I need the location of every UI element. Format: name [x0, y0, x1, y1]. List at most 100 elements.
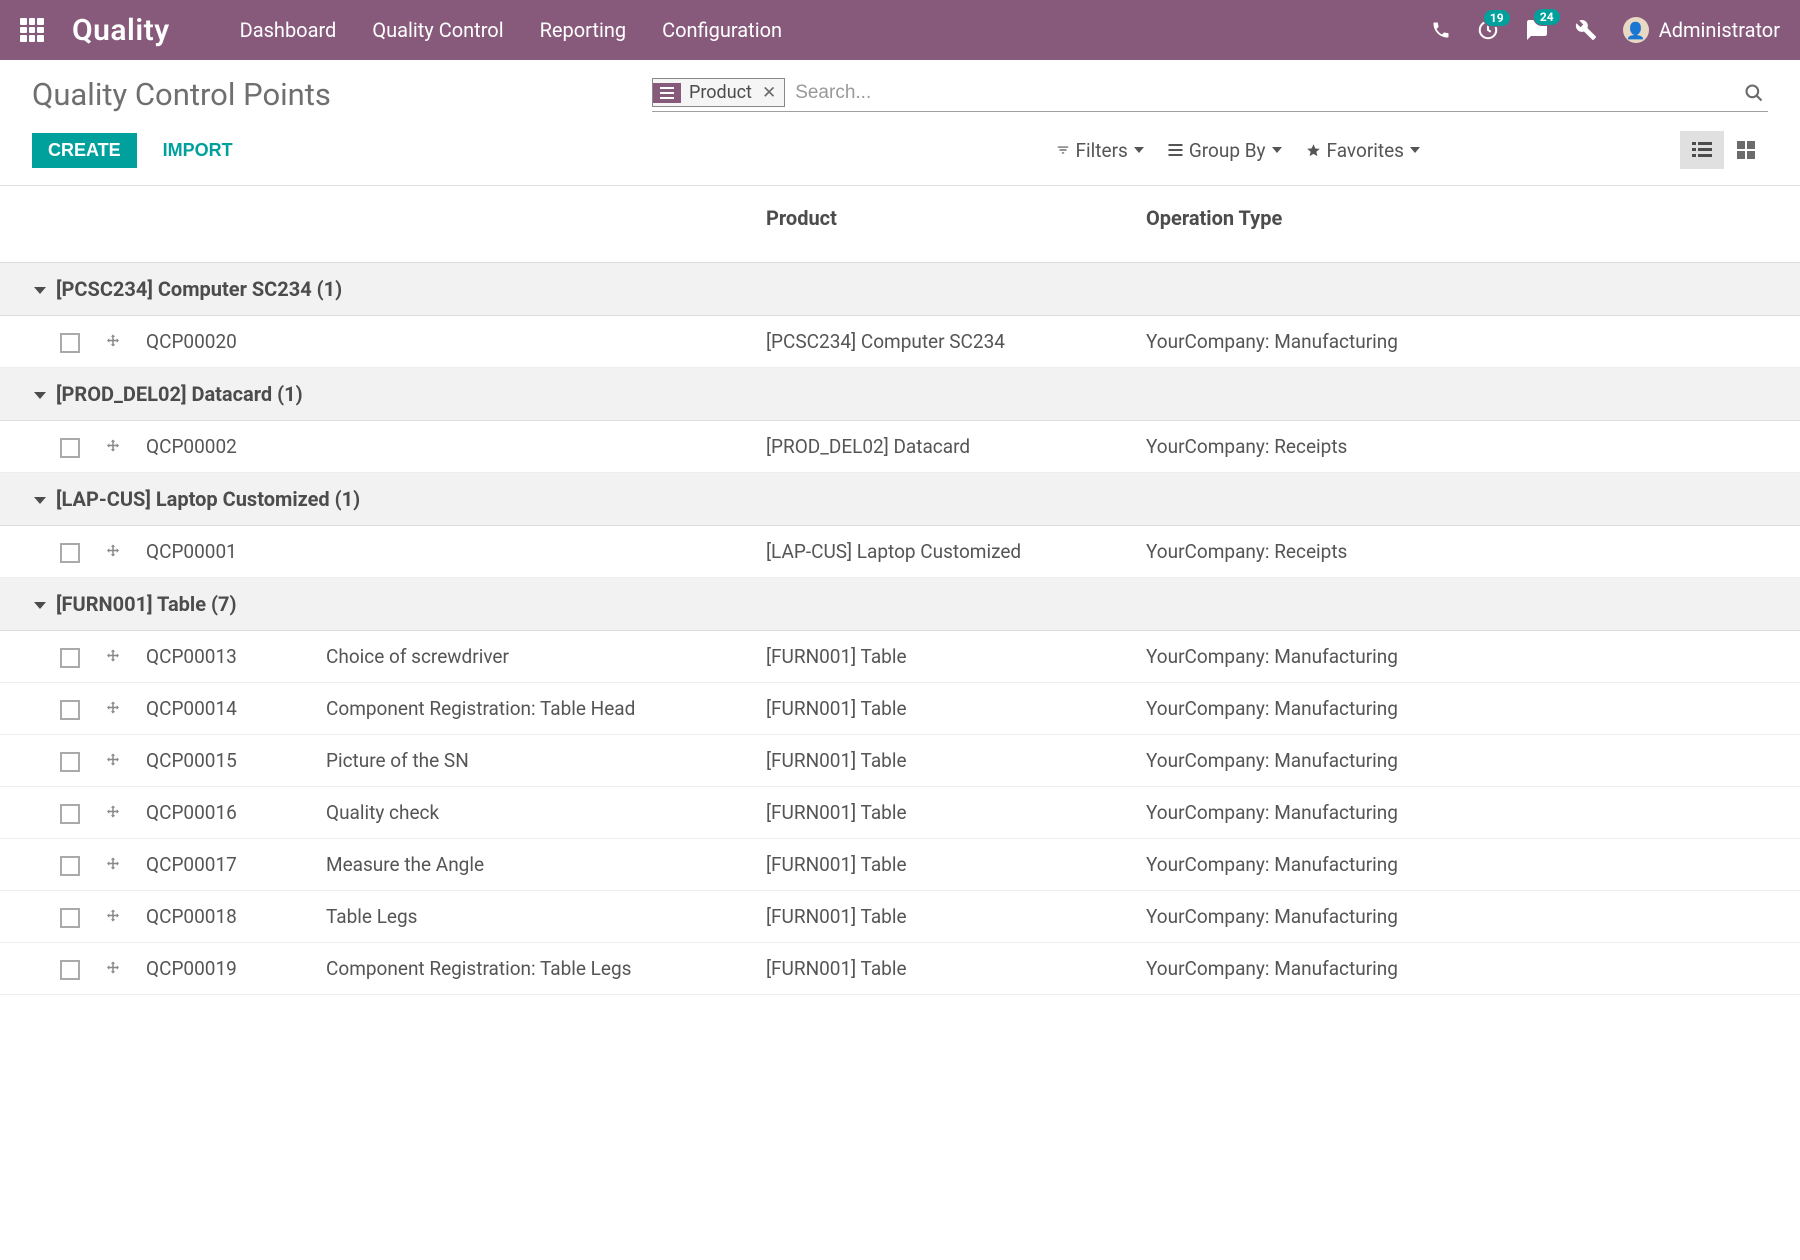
cell-reference: QCP00017	[134, 839, 314, 891]
caret-down-icon	[34, 602, 46, 609]
drag-handle-icon[interactable]	[92, 631, 134, 683]
nav-reporting[interactable]: Reporting	[540, 18, 627, 42]
group-label: [FURN001] Table (7)	[56, 592, 236, 616]
phone-icon[interactable]	[1431, 20, 1451, 40]
import-button[interactable]: IMPORT	[147, 133, 249, 168]
table-row[interactable]: QCP00016Quality check[FURN001] TableYour…	[0, 787, 1800, 839]
row-checkbox[interactable]	[60, 648, 80, 668]
search-icon[interactable]	[1740, 83, 1768, 103]
cell-title: Choice of screwdriver	[314, 631, 754, 683]
cell-title	[314, 526, 754, 578]
cell-product: [FURN001] Table	[754, 839, 1134, 891]
control-panel: Quality Control Points Product ✕ CREATE …	[0, 60, 1800, 186]
row-checkbox[interactable]	[60, 438, 80, 458]
caret-down-icon	[34, 287, 46, 294]
cell-operation: YourCompany: Receipts	[1134, 526, 1800, 578]
row-checkbox[interactable]	[60, 960, 80, 980]
search-facet-product: Product ✕	[652, 78, 785, 107]
cell-operation: YourCompany: Manufacturing	[1134, 891, 1800, 943]
groupby-dropdown[interactable]: Group By	[1168, 139, 1282, 162]
search-input[interactable]	[791, 78, 1740, 108]
col-operation[interactable]: Operation Type	[1134, 186, 1800, 263]
brand: Quality	[72, 13, 170, 48]
row-checkbox[interactable]	[60, 856, 80, 876]
row-checkbox[interactable]	[60, 752, 80, 772]
cell-reference: QCP00020	[134, 316, 314, 368]
table-row[interactable]: QCP00002[PROD_DEL02] DatacardYourCompany…	[0, 421, 1800, 473]
cell-operation: YourCompany: Manufacturing	[1134, 316, 1800, 368]
row-checkbox[interactable]	[60, 333, 80, 353]
table-row[interactable]: QCP00017Measure the Angle[FURN001] Table…	[0, 839, 1800, 891]
activity-icon[interactable]: 19	[1477, 19, 1499, 41]
apps-icon[interactable]	[20, 18, 44, 42]
table-row[interactable]: QCP00019Component Registration: Table Le…	[0, 943, 1800, 995]
user-menu[interactable]: 👤 Administrator	[1623, 17, 1780, 43]
cell-title: Quality check	[314, 787, 754, 839]
cell-operation: YourCompany: Manufacturing	[1134, 631, 1800, 683]
drag-handle-icon[interactable]	[92, 943, 134, 995]
view-list-button[interactable]	[1680, 131, 1724, 169]
group-label: [PCSC234] Computer SC234 (1)	[56, 277, 342, 301]
cell-title: Measure the Angle	[314, 839, 754, 891]
cell-reference: QCP00002	[134, 421, 314, 473]
view-kanban-button[interactable]	[1724, 131, 1768, 169]
groupby-facet-icon	[653, 83, 681, 103]
table-row[interactable]: QCP00015Picture of the SN[FURN001] Table…	[0, 735, 1800, 787]
group-header[interactable]: [PROD_DEL02] Datacard (1)	[0, 368, 1800, 421]
nav-configuration[interactable]: Configuration	[662, 18, 782, 42]
row-checkbox[interactable]	[60, 908, 80, 928]
cell-product: [FURN001] Table	[754, 787, 1134, 839]
row-checkbox[interactable]	[60, 543, 80, 563]
drag-handle-icon[interactable]	[92, 316, 134, 368]
drag-handle-icon[interactable]	[92, 683, 134, 735]
drag-handle-icon[interactable]	[92, 735, 134, 787]
debug-icon[interactable]	[1575, 19, 1597, 41]
list-table: Product Operation Type [PCSC234] Compute…	[0, 186, 1800, 995]
navbar: Quality Dashboard Quality Control Report…	[0, 0, 1800, 60]
table-row[interactable]: QCP00013Choice of screwdriver[FURN001] T…	[0, 631, 1800, 683]
create-button[interactable]: CREATE	[32, 133, 137, 168]
avatar: 👤	[1623, 17, 1649, 43]
drag-handle-icon[interactable]	[92, 839, 134, 891]
group-label: [LAP-CUS] Laptop Customized (1)	[56, 487, 360, 511]
table-row[interactable]: QCP00014Component Registration: Table He…	[0, 683, 1800, 735]
table-row[interactable]: QCP00020[PCSC234] Computer SC234YourComp…	[0, 316, 1800, 368]
drag-handle-icon[interactable]	[92, 421, 134, 473]
row-checkbox[interactable]	[60, 700, 80, 720]
view-switcher	[1680, 131, 1768, 169]
nav-quality-control[interactable]: Quality Control	[372, 18, 503, 42]
group-header[interactable]: [FURN001] Table (7)	[0, 578, 1800, 631]
group-header[interactable]: [LAP-CUS] Laptop Customized (1)	[0, 473, 1800, 526]
col-product[interactable]: Product	[754, 186, 1134, 263]
cell-reference: QCP00016	[134, 787, 314, 839]
cell-reference: QCP00019	[134, 943, 314, 995]
drag-handle-icon[interactable]	[92, 526, 134, 578]
group-header[interactable]: [PCSC234] Computer SC234 (1)	[0, 263, 1800, 316]
filters-dropdown[interactable]: Filters	[1056, 139, 1144, 162]
cell-operation: YourCompany: Manufacturing	[1134, 839, 1800, 891]
messages-icon[interactable]: 24	[1525, 18, 1549, 42]
cell-reference: QCP00018	[134, 891, 314, 943]
drag-handle-icon[interactable]	[92, 891, 134, 943]
table-row[interactable]: QCP00001[LAP-CUS] Laptop CustomizedYourC…	[0, 526, 1800, 578]
table-row[interactable]: QCP00018Table Legs[FURN001] TableYourCom…	[0, 891, 1800, 943]
row-checkbox[interactable]	[60, 804, 80, 824]
search-bar[interactable]: Product ✕	[652, 78, 1768, 112]
cell-title: Component Registration: Table Head	[314, 683, 754, 735]
favorites-dropdown[interactable]: Favorites	[1306, 139, 1420, 162]
caret-down-icon	[34, 497, 46, 504]
cell-product: [FURN001] Table	[754, 891, 1134, 943]
nav-dashboard[interactable]: Dashboard	[240, 18, 337, 42]
cell-reference: QCP00001	[134, 526, 314, 578]
page-title: Quality Control Points	[32, 76, 652, 113]
favorites-label: Favorites	[1327, 139, 1404, 162]
drag-handle-icon[interactable]	[92, 787, 134, 839]
user-name: Administrator	[1659, 18, 1780, 42]
facet-label: Product	[681, 79, 760, 106]
groupby-label: Group By	[1189, 139, 1266, 162]
cell-reference: QCP00013	[134, 631, 314, 683]
facet-remove[interactable]: ✕	[760, 80, 784, 106]
cell-product: [FURN001] Table	[754, 683, 1134, 735]
cell-title	[314, 316, 754, 368]
cell-title	[314, 421, 754, 473]
